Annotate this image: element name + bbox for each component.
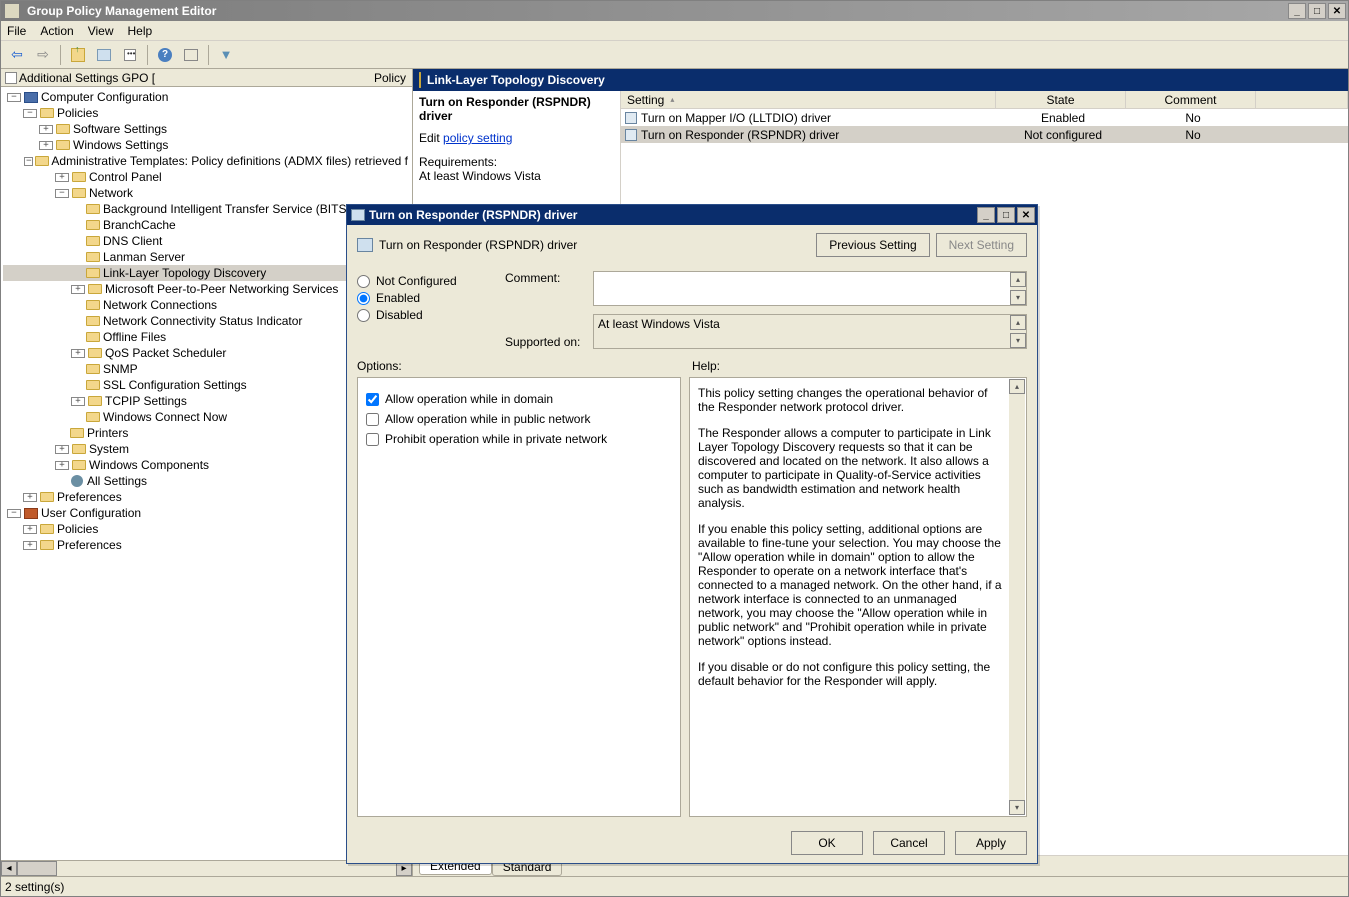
checkbox-allow-public[interactable]: Allow operation while in public network (366, 412, 672, 426)
menu-file[interactable]: File (7, 24, 26, 38)
close-button[interactable]: ✕ (1328, 3, 1346, 19)
edit-policy-link[interactable]: policy setting (443, 131, 512, 145)
category-title: Link-Layer Topology Discovery (427, 73, 605, 87)
apply-button[interactable]: Apply (955, 831, 1027, 855)
radio-enabled[interactable]: Enabled (357, 291, 497, 305)
supported-scrollbar[interactable]: ▴▾ (1010, 315, 1026, 348)
radio-not-configured[interactable]: Not Configured (357, 274, 497, 288)
filter-button[interactable]: ▼ (214, 44, 238, 66)
tree-control-panel[interactable]: +Control Panel (3, 169, 410, 185)
column-header-row: Setting▴ State Comment (621, 91, 1348, 109)
policy-name-text: Turn on Responder (RSPNDR) driver (379, 238, 577, 252)
dialog-maximize-button[interactable]: □ (997, 207, 1015, 223)
window-title: Group Policy Management Editor (27, 4, 216, 18)
comment-scrollbar[interactable]: ▴▾ (1010, 272, 1026, 305)
status-text: 2 setting(s) (5, 880, 64, 894)
column-setting[interactable]: Setting▴ (621, 91, 996, 108)
toolbar: ⇦ ⇨ ↑ ••• ? ▼ (1, 41, 1348, 69)
menu-view[interactable]: View (88, 24, 114, 38)
requirements-value: At least Windows Vista (419, 169, 614, 183)
help-panel: This policy setting changes the operatio… (689, 377, 1027, 817)
menu-action[interactable]: Action (40, 24, 73, 38)
properties-button[interactable]: ••• (118, 44, 142, 66)
scroll-left-button[interactable]: ◂ (1, 861, 17, 876)
menu-help[interactable]: Help (128, 24, 153, 38)
tree-software-settings[interactable]: +Software Settings (3, 121, 410, 137)
column-state[interactable]: State (996, 91, 1126, 108)
up-button[interactable]: ↑ (66, 44, 90, 66)
help-label: Help: (692, 359, 1027, 373)
radio-disabled[interactable]: Disabled (357, 308, 497, 322)
tree-computer-configuration[interactable]: −Computer Configuration (3, 89, 410, 105)
policy-dialog: Turn on Responder (RSPNDR) driver _ □ ✕ … (346, 204, 1038, 864)
tree-header: Additional Settings GPO [ Policy (1, 69, 412, 87)
selected-setting-title: Turn on Responder (RSPNDR) driver (419, 95, 614, 123)
supported-label: Supported on: (505, 335, 585, 349)
previous-setting-button[interactable]: Previous Setting (816, 233, 929, 257)
options-panel: Allow operation while in domain Allow op… (357, 377, 681, 817)
tree-network[interactable]: −Network (3, 185, 410, 201)
cancel-button[interactable]: Cancel (873, 831, 945, 855)
setting-row-1[interactable]: Turn on Mapper I/O (LLTDIO) driver Enabl… (621, 109, 1348, 126)
tree-administrative-templates[interactable]: −Administrative Templates: Policy defini… (3, 153, 410, 169)
separator (208, 45, 209, 65)
column-comment[interactable]: Comment (1126, 91, 1256, 108)
app-icon (5, 4, 19, 18)
dialog-icon (351, 209, 365, 221)
toolbar-button[interactable] (179, 44, 203, 66)
dialog-body: Turn on Responder (RSPNDR) driver Previo… (347, 225, 1037, 863)
policy-icon (357, 238, 373, 252)
statusbar: 2 setting(s) (1, 876, 1348, 896)
supported-on-box: At least Windows Vista ▴▾ (593, 314, 1027, 349)
options-label: Options: (357, 359, 692, 373)
scroll-thumb[interactable] (17, 861, 57, 876)
forward-button[interactable]: ⇨ (31, 44, 55, 66)
setting-row-2[interactable]: Turn on Responder (RSPNDR) driver Not co… (621, 126, 1348, 143)
menubar: File Action View Help (1, 21, 1348, 41)
dialog-titlebar: Turn on Responder (RSPNDR) driver _ □ ✕ (347, 205, 1037, 225)
ok-button[interactable]: OK (791, 831, 863, 855)
separator (60, 45, 61, 65)
dialog-close-button[interactable]: ✕ (1017, 207, 1035, 223)
show-hide-button[interactable] (92, 44, 116, 66)
main-titlebar: Group Policy Management Editor _ □ ✕ (1, 1, 1348, 21)
checkbox-allow-domain[interactable]: Allow operation while in domain (366, 392, 672, 406)
dialog-minimize-button[interactable]: _ (977, 207, 995, 223)
help-button[interactable]: ? (153, 44, 177, 66)
maximize-button[interactable]: □ (1308, 3, 1326, 19)
comment-textarea[interactable]: ▴▾ (593, 271, 1027, 306)
page-icon (5, 72, 17, 84)
minimize-button[interactable]: _ (1288, 3, 1306, 19)
back-button[interactable]: ⇦ (5, 44, 29, 66)
policy-icon (623, 128, 639, 142)
separator (147, 45, 148, 65)
policy-icon (623, 111, 639, 125)
next-setting-button[interactable]: Next Setting (936, 233, 1027, 257)
dialog-title: Turn on Responder (RSPNDR) driver (369, 208, 577, 222)
category-header: Link-Layer Topology Discovery (413, 69, 1348, 91)
comment-label: Comment: (505, 271, 585, 285)
tree-windows-settings[interactable]: +Windows Settings (3, 137, 410, 153)
checkbox-prohibit-private[interactable]: Prohibit operation while in private netw… (366, 432, 672, 446)
requirements-label: Requirements: (419, 155, 614, 169)
tree-policies[interactable]: −Policies (3, 105, 410, 121)
help-scrollbar[interactable]: ▴▾ (1009, 379, 1025, 815)
